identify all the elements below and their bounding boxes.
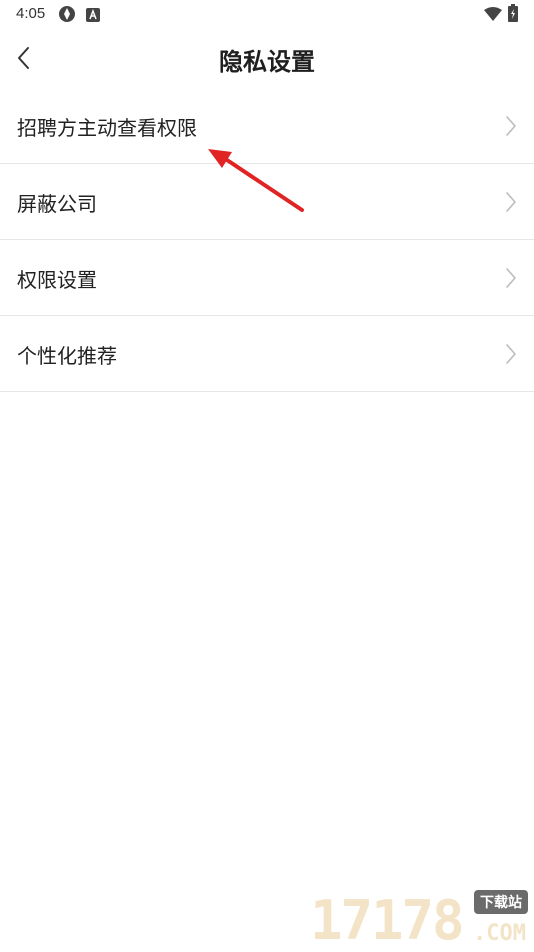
menu-item-label: 招聘方主动查看权限 [17,116,197,140]
text-a-icon [86,7,100,26]
menu-item-personalized-recommendations[interactable]: 个性化推荐 [0,316,534,392]
header: 隐私设置 [0,28,534,88]
status-bar: 4:05 [0,0,534,28]
menu-item-label: 权限设置 [17,268,97,292]
chevron-right-icon [504,114,518,138]
battery-charging-icon [508,4,518,26]
menu-item-block-companies[interactable]: 屏蔽公司 [0,164,534,240]
menu-item-permission-settings[interactable]: 权限设置 [0,240,534,316]
watermark-domain: .COM [473,921,526,946]
chevron-right-icon [504,190,518,214]
location-sync-icon [58,5,76,27]
watermark-logo: 17178 下载站 .COM [306,890,530,950]
watermark-number: 17178 [310,889,465,952]
status-time: 4:05 [16,5,46,22]
chevron-right-icon [504,342,518,366]
wifi-icon [484,6,502,25]
watermark-badge: 下载站 [474,890,528,914]
menu-item-label: 个性化推荐 [17,344,117,368]
page-title: 隐私设置 [219,48,315,76]
menu-item-label: 屏蔽公司 [17,192,97,216]
chevron-right-icon [504,266,518,290]
menu-item-recruiter-view-permission[interactable]: 招聘方主动查看权限 [0,88,534,164]
settings-menu: 招聘方主动查看权限 屏蔽公司 权限设置 个性化推荐 [0,88,534,392]
